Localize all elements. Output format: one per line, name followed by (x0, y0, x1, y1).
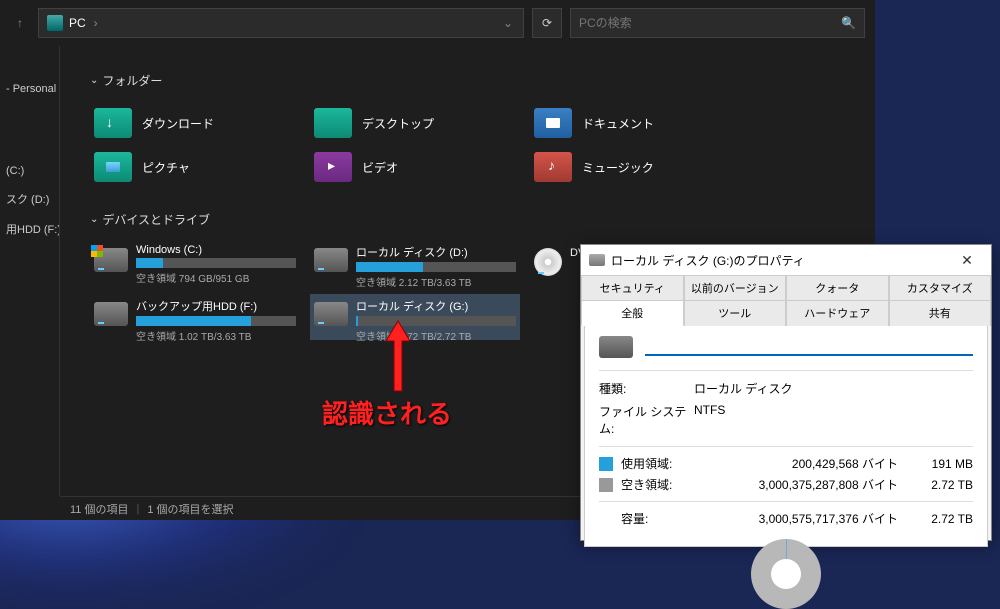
drive-icon (314, 302, 348, 326)
drive-space: 空き領域 2.12 TB/3.63 TB (356, 274, 516, 289)
type-label: 種類: (599, 380, 694, 397)
tab[interactable]: 以前のバージョン (684, 275, 787, 300)
usage-bar (356, 316, 516, 326)
close-button[interactable]: ✕ (951, 252, 983, 269)
folder-icon (314, 152, 352, 182)
capacity-bytes: 3,000,575,717,376 バイト (693, 510, 918, 527)
dialog-titlebar[interactable]: ローカル ディスク (G:)のプロパティ ✕ (581, 245, 991, 275)
folder-label: ミュージック (582, 159, 654, 176)
usage-bar (136, 258, 296, 268)
search-icon: 🔍 (841, 16, 856, 30)
drive-item[interactable]: バックアップ用HDD (F:) 空き領域 1.02 TB/3.63 TB (90, 294, 300, 340)
drive-icon (94, 248, 128, 272)
free-bytes: 3,000,375,287,808 バイト (693, 476, 918, 493)
folder-icon (314, 108, 352, 138)
breadcrumb[interactable]: PC (69, 16, 86, 30)
filesystem-label: ファイル システム: (599, 403, 694, 437)
toolbar: ↑ PC › ⌄ ⟳ 🔍 (0, 0, 875, 46)
capacity-label: 容量: (621, 510, 693, 527)
folder-icon (94, 108, 132, 138)
drive-item[interactable]: ローカル ディスク (D:) 空き領域 2.12 TB/3.63 TB (310, 240, 520, 286)
used-bytes: 200,429,568 バイト (693, 455, 918, 472)
folder-item[interactable]: ピクチャ (90, 145, 300, 189)
folder-label: ビデオ (362, 159, 398, 176)
chevron-down-icon: ⌄ (90, 75, 98, 86)
sidebar-item[interactable]: (C:) (0, 158, 59, 184)
type-value: ローカル ディスク (694, 380, 973, 397)
folder-label: デスクトップ (362, 115, 434, 132)
tab[interactable]: 全般 (581, 300, 684, 326)
tab[interactable]: クォータ (786, 275, 889, 300)
chevron-right-icon: › (94, 16, 98, 30)
refresh-button[interactable]: ⟳ (532, 8, 562, 38)
used-label: 使用領域: (621, 455, 693, 472)
drive-space: 空き領域 794 GB/951 GB (136, 270, 296, 285)
nav-pane: - Personal (C:) スク (D:) 用HDD (F:) (0, 46, 60, 496)
usage-bar (356, 262, 516, 272)
search-input[interactable] (579, 16, 841, 30)
drive-name: ローカル ディスク (D:) (356, 244, 516, 260)
folder-item[interactable]: ミュージック (530, 145, 740, 189)
folder-item[interactable]: ビデオ (310, 145, 520, 189)
drive-icon (314, 248, 348, 272)
folder-label: ダウンロード (142, 115, 214, 132)
drive-space: 空き領域 1.02 TB/3.63 TB (136, 328, 296, 343)
section-label: フォルダー (102, 72, 162, 89)
tab[interactable]: 共有 (889, 300, 992, 326)
drive-space: 空き領域 2.72 TB/2.72 TB (356, 328, 516, 343)
tab[interactable]: ツール (684, 300, 787, 326)
address-bar[interactable]: PC › ⌄ (38, 8, 524, 38)
chevron-down-icon[interactable]: ⌄ (503, 16, 513, 30)
sidebar-item[interactable]: - Personal (0, 76, 59, 102)
tab[interactable]: セキュリティ (581, 275, 684, 300)
tab[interactable]: カスタマイズ (889, 275, 992, 300)
folder-item[interactable]: ダウンロード (90, 101, 300, 145)
section-devices[interactable]: ⌄ デバイスとドライブ (90, 211, 845, 228)
folder-icon (94, 152, 132, 182)
folder-label: ピクチャ (142, 159, 190, 176)
filesystem-value: NTFS (694, 403, 973, 437)
folder-item[interactable]: デスクトップ (310, 101, 520, 145)
folder-item[interactable]: ドキュメント (530, 101, 740, 145)
folder-icon (534, 152, 572, 182)
capacity-size: 2.72 TB (918, 512, 973, 526)
up-button[interactable]: ↑ (10, 13, 30, 33)
section-folders[interactable]: ⌄ フォルダー (90, 72, 845, 89)
pc-icon (47, 15, 63, 31)
dialog-title: ローカル ディスク (G:)のプロパティ (611, 252, 951, 269)
drive-icon (589, 254, 605, 266)
sidebar-item[interactable]: 用HDD (F:) (0, 214, 59, 244)
item-count: 11 個の項目 (70, 501, 128, 517)
used-swatch (599, 457, 613, 471)
folder-label: ドキュメント (582, 115, 654, 132)
search-box[interactable]: 🔍 (570, 8, 865, 38)
sidebar-item[interactable]: スク (D:) (0, 184, 59, 214)
folder-icon (534, 108, 572, 138)
usage-pie-chart (751, 539, 821, 609)
usage-bar (136, 316, 296, 326)
properties-dialog: ローカル ディスク (G:)のプロパティ ✕ セキュリティ以前のバージョンクォー… (580, 244, 992, 541)
free-label: 空き領域: (621, 476, 693, 493)
tab-panel-general: 種類: ローカル ディスク ファイル システム: NTFS 使用領域: 200,… (584, 326, 988, 547)
drive-name: Windows (C:) (136, 244, 296, 256)
drive-icon (534, 248, 562, 276)
drive-name: ローカル ディスク (G:) (356, 298, 516, 314)
drive-item[interactable]: ローカル ディスク (G:) 空き領域 2.72 TB/2.72 TB (310, 294, 520, 340)
selection-count: 1 個の項目を選択 (147, 501, 233, 517)
chevron-down-icon: ⌄ (90, 214, 98, 225)
drive-icon (599, 336, 633, 358)
tab[interactable]: ハードウェア (786, 300, 889, 326)
drive-item[interactable]: Windows (C:) 空き領域 794 GB/951 GB (90, 240, 300, 286)
free-size: 2.72 TB (918, 478, 973, 492)
section-label: デバイスとドライブ (102, 211, 210, 228)
volume-name-input[interactable] (645, 354, 973, 356)
drive-icon (94, 302, 128, 326)
used-size: 191 MB (918, 457, 973, 471)
drive-name: バックアップ用HDD (F:) (136, 298, 296, 314)
free-swatch (599, 478, 613, 492)
